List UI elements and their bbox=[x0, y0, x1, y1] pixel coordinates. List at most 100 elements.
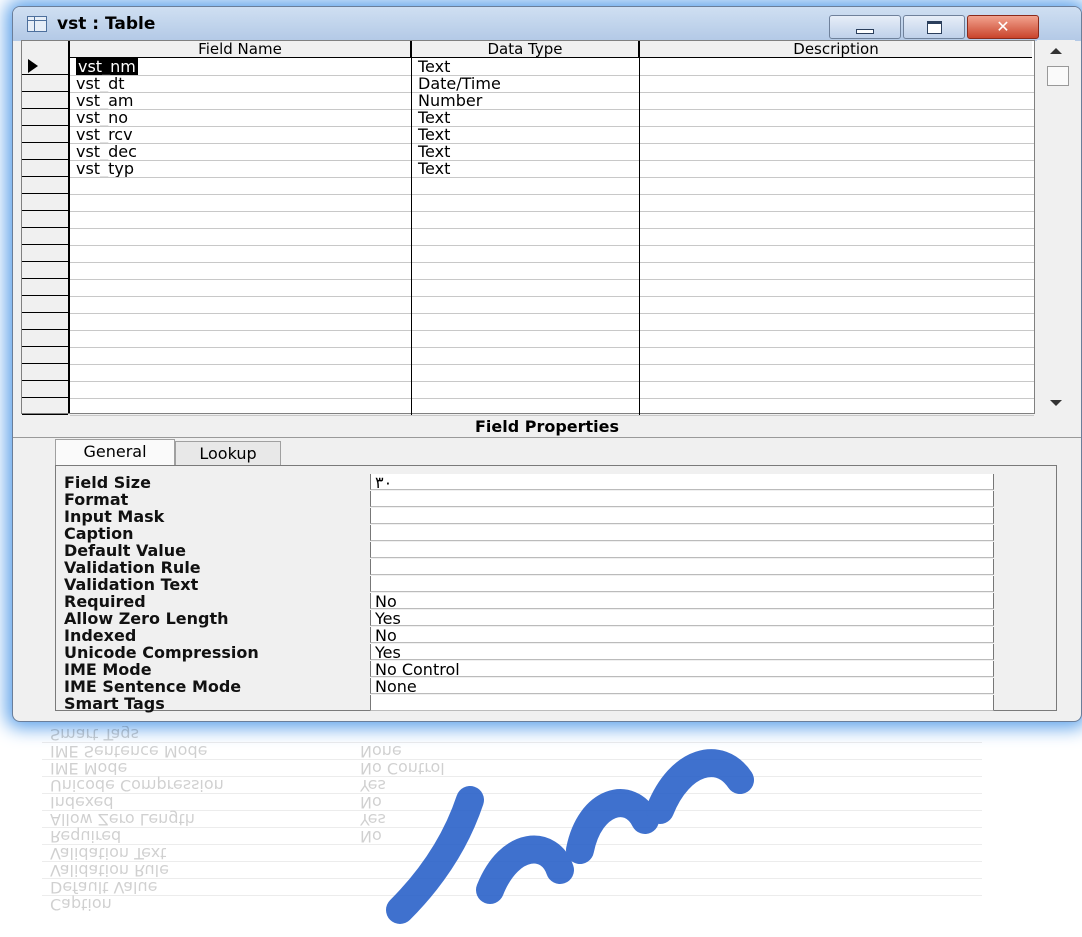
data-type-cell[interactable] bbox=[412, 279, 640, 296]
field-name-cell[interactable] bbox=[70, 194, 412, 211]
row-selector[interactable] bbox=[22, 245, 68, 262]
description-cell[interactable] bbox=[640, 58, 1034, 75]
description-cell[interactable] bbox=[640, 279, 1034, 296]
description-cell[interactable] bbox=[640, 92, 1034, 109]
property-value-input[interactable]: Yes bbox=[370, 610, 994, 627]
row-selector[interactable] bbox=[22, 279, 68, 296]
row-selector[interactable] bbox=[22, 347, 68, 364]
tab-general[interactable]: General bbox=[55, 439, 175, 468]
field-name-cell[interactable] bbox=[70, 381, 412, 398]
scroll-down-icon[interactable] bbox=[1050, 400, 1062, 406]
description-cell[interactable] bbox=[640, 211, 1034, 228]
field-name-cell[interactable] bbox=[70, 177, 412, 194]
row-selector[interactable] bbox=[22, 364, 68, 381]
table-row[interactable]: vst_dt Date/Time bbox=[70, 75, 1034, 93]
description-cell[interactable] bbox=[640, 262, 1034, 279]
row-selector[interactable] bbox=[22, 109, 68, 126]
data-type-cell[interactable] bbox=[412, 381, 640, 398]
field-name-cell[interactable]: vst_rcv bbox=[70, 126, 412, 143]
field-name-cell[interactable] bbox=[70, 347, 412, 364]
table-row[interactable]: vst_am Number bbox=[70, 92, 1034, 110]
data-type-cell[interactable] bbox=[412, 262, 640, 279]
row-selector[interactable] bbox=[22, 330, 68, 347]
table-row[interactable] bbox=[70, 381, 1034, 399]
field-name-cell[interactable] bbox=[70, 296, 412, 313]
row-selector[interactable] bbox=[22, 126, 68, 143]
row-selector[interactable] bbox=[22, 75, 68, 92]
property-value-input[interactable] bbox=[370, 525, 994, 541]
table-row[interactable] bbox=[70, 347, 1034, 365]
table-row[interactable]: vst_typ Text bbox=[70, 160, 1034, 178]
data-type-cell[interactable]: Text bbox=[412, 143, 640, 160]
data-type-cell[interactable] bbox=[412, 296, 640, 313]
table-row[interactable]: vst_no Text bbox=[70, 109, 1034, 127]
table-row[interactable]: vst_nm Text bbox=[70, 58, 1034, 76]
table-row[interactable] bbox=[70, 262, 1034, 280]
table-row[interactable] bbox=[70, 330, 1034, 348]
property-value-input[interactable] bbox=[370, 542, 994, 558]
title-bar[interactable]: vst : Table ✕ bbox=[13, 7, 1081, 41]
row-selector[interactable] bbox=[22, 262, 68, 279]
data-type-cell[interactable] bbox=[412, 177, 640, 194]
data-type-cell[interactable] bbox=[412, 364, 640, 381]
table-row[interactable] bbox=[70, 296, 1034, 314]
description-cell[interactable] bbox=[640, 228, 1034, 245]
field-name-cell[interactable] bbox=[70, 313, 412, 330]
row-selector-column[interactable] bbox=[22, 41, 70, 415]
scroll-thumb[interactable] bbox=[1047, 66, 1069, 86]
description-cell[interactable] bbox=[640, 364, 1034, 381]
property-value-input[interactable] bbox=[370, 508, 994, 524]
maximize-button[interactable] bbox=[903, 15, 965, 39]
row-selector[interactable] bbox=[22, 194, 68, 211]
description-cell[interactable] bbox=[640, 296, 1034, 313]
data-type-cell[interactable]: Text bbox=[412, 160, 640, 177]
tab-lookup[interactable]: Lookup bbox=[175, 441, 281, 466]
property-value-input[interactable] bbox=[370, 695, 994, 711]
table-row[interactable] bbox=[70, 194, 1034, 212]
property-value-input[interactable]: None bbox=[370, 678, 994, 695]
property-value-input[interactable] bbox=[370, 491, 994, 507]
data-type-cell[interactable] bbox=[412, 211, 640, 228]
description-cell[interactable] bbox=[640, 126, 1034, 143]
description-cell[interactable] bbox=[640, 313, 1034, 330]
field-name-cell[interactable] bbox=[70, 330, 412, 347]
description-cell[interactable] bbox=[640, 109, 1034, 126]
description-cell[interactable] bbox=[640, 347, 1034, 364]
field-name-cell[interactable]: vst_am bbox=[70, 92, 412, 109]
row-selector[interactable] bbox=[22, 143, 68, 160]
scroll-up-icon[interactable] bbox=[1050, 48, 1062, 54]
table-row[interactable] bbox=[70, 279, 1034, 297]
field-name-cell[interactable] bbox=[70, 364, 412, 381]
row-selector[interactable] bbox=[22, 58, 68, 75]
data-type-cell[interactable] bbox=[412, 228, 640, 245]
field-name-cell[interactable] bbox=[70, 211, 412, 228]
property-value-input[interactable]: No Control bbox=[370, 661, 994, 678]
property-value-input[interactable]: Yes bbox=[370, 644, 994, 661]
description-cell[interactable] bbox=[640, 245, 1034, 262]
table-row[interactable] bbox=[70, 245, 1034, 263]
minimize-button[interactable] bbox=[829, 15, 901, 39]
field-name-cell[interactable]: vst_no bbox=[70, 109, 412, 126]
property-value-input[interactable]: No bbox=[370, 627, 994, 644]
data-type-cell[interactable] bbox=[412, 330, 640, 347]
data-type-cell[interactable] bbox=[412, 347, 640, 364]
table-row[interactable] bbox=[70, 364, 1034, 382]
data-type-cell[interactable]: Number bbox=[412, 92, 640, 109]
description-cell[interactable] bbox=[640, 381, 1034, 398]
data-type-cell[interactable]: Text bbox=[412, 58, 640, 75]
field-name-cell[interactable]: vst_typ bbox=[70, 160, 412, 177]
description-cell[interactable] bbox=[640, 143, 1034, 160]
row-selector[interactable] bbox=[22, 92, 68, 109]
row-selector[interactable] bbox=[22, 381, 68, 398]
data-type-cell[interactable]: Date/Time bbox=[412, 75, 640, 92]
table-row[interactable]: vst_rcv Text bbox=[70, 126, 1034, 144]
table-row[interactable] bbox=[70, 177, 1034, 195]
data-type-cell[interactable] bbox=[412, 313, 640, 330]
field-name-cell[interactable]: vst_dec bbox=[70, 143, 412, 160]
field-name-cell[interactable] bbox=[70, 262, 412, 279]
field-name-cell[interactable] bbox=[70, 245, 412, 262]
table-row[interactable] bbox=[70, 313, 1034, 331]
row-selector[interactable] bbox=[22, 296, 68, 313]
property-value-input[interactable] bbox=[370, 559, 994, 575]
data-type-cell[interactable]: Text bbox=[412, 109, 640, 126]
